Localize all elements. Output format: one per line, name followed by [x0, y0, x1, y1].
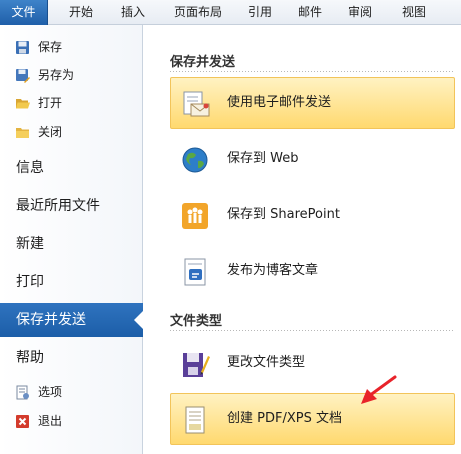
sharepoint-icon [182, 203, 208, 229]
save-as-icon [16, 69, 30, 83]
nav-item-recent[interactable]: 最近所用文件 [0, 189, 143, 223]
tab-file[interactable]: 文件 [0, 0, 48, 25]
nav-item-print[interactable]: 打印 [0, 265, 143, 299]
publish-blog-label: 发布为博客文章 [227, 263, 319, 278]
blog-post-icon [184, 258, 206, 286]
tab-references[interactable]: 引用 [238, 0, 282, 25]
backstage-left-nav: 保存 另存为 打开 关闭 信息 最近所用文件 新建 打印 保存并发送 帮助 选项… [0, 25, 144, 454]
active-pointer-arrow [134, 310, 144, 330]
create-pdf-xps-label: 创建 PDF/XPS 文档 [227, 411, 342, 426]
section-divider [170, 330, 455, 331]
publish-blog-option[interactable]: 发布为博客文章 [170, 245, 455, 297]
options-command[interactable]: 选项 [0, 381, 143, 403]
exit-x-icon [16, 415, 29, 428]
nav-item-save-and-send[interactable]: 保存并发送 [0, 303, 144, 337]
create-pdf-xps-option[interactable]: 创建 PDF/XPS 文档 [170, 393, 455, 445]
open-label: 打开 [38, 96, 63, 110]
save-to-sharepoint-option[interactable]: 保存到 SharePoint [170, 189, 455, 241]
save-to-web-label: 保存到 Web [227, 151, 299, 166]
save-and-send-pane: 保存并发送 使用电子邮件发送 保存到 Web 保存到 SharePoint 发布… [144, 25, 461, 454]
tab-view[interactable]: 视图 [392, 0, 436, 25]
folder-close-icon [16, 128, 29, 138]
document-options-icon [16, 385, 29, 400]
change-file-type-option[interactable]: 更改文件类型 [170, 337, 455, 389]
ribbon-tab-bar: 文件 开始 插入 页面布局 引用 邮件 审阅 视图 [0, 0, 461, 25]
close-command[interactable]: 关闭 [0, 121, 143, 143]
section-divider [170, 71, 455, 72]
tab-review[interactable]: 审阅 [338, 0, 382, 25]
section-title-file-types: 文件类型 [170, 314, 223, 329]
nav-item-save-and-send-label: 保存并发送 [16, 312, 86, 328]
save-command[interactable]: 保存 [0, 36, 143, 58]
annotation-arrow-icon [361, 375, 397, 404]
exit-command[interactable]: 退出 [0, 410, 143, 432]
tab-insert[interactable]: 插入 [110, 0, 156, 25]
nav-item-help[interactable]: 帮助 [0, 341, 143, 375]
send-email-label: 使用电子邮件发送 [227, 95, 332, 110]
save-to-sharepoint-label: 保存到 SharePoint [227, 207, 340, 222]
nav-item-info[interactable]: 信息 [0, 151, 143, 185]
email-envelope-icon [183, 91, 210, 117]
options-label: 选项 [38, 385, 63, 399]
folder-open-icon [16, 99, 30, 109]
change-file-type-label: 更改文件类型 [227, 355, 306, 370]
exit-label: 退出 [38, 414, 63, 428]
globe-icon [182, 147, 208, 173]
tab-page-layout[interactable]: 页面布局 [162, 0, 234, 25]
open-command[interactable]: 打开 [0, 92, 143, 114]
close-label: 关闭 [38, 125, 63, 139]
send-email-option[interactable]: 使用电子邮件发送 [170, 77, 455, 129]
section-title-save-and-send: 保存并发送 [170, 55, 236, 70]
tab-mailings[interactable]: 邮件 [288, 0, 332, 25]
save-as-label: 另存为 [38, 68, 75, 82]
word-backstage-window: 文件 开始 插入 页面布局 引用 邮件 审阅 视图 保存 另存为 打开 关闭 信… [0, 0, 461, 454]
pdf-document-icon [185, 406, 205, 434]
floppy-disk-icon [16, 41, 29, 54]
save-as-command[interactable]: 另存为 [0, 64, 143, 86]
save-to-web-option[interactable]: 保存到 Web [170, 133, 455, 185]
nav-item-new[interactable]: 新建 [0, 227, 143, 261]
save-label: 保存 [38, 40, 63, 54]
tab-home[interactable]: 开始 [56, 0, 106, 25]
change-file-type-icon [183, 353, 210, 377]
